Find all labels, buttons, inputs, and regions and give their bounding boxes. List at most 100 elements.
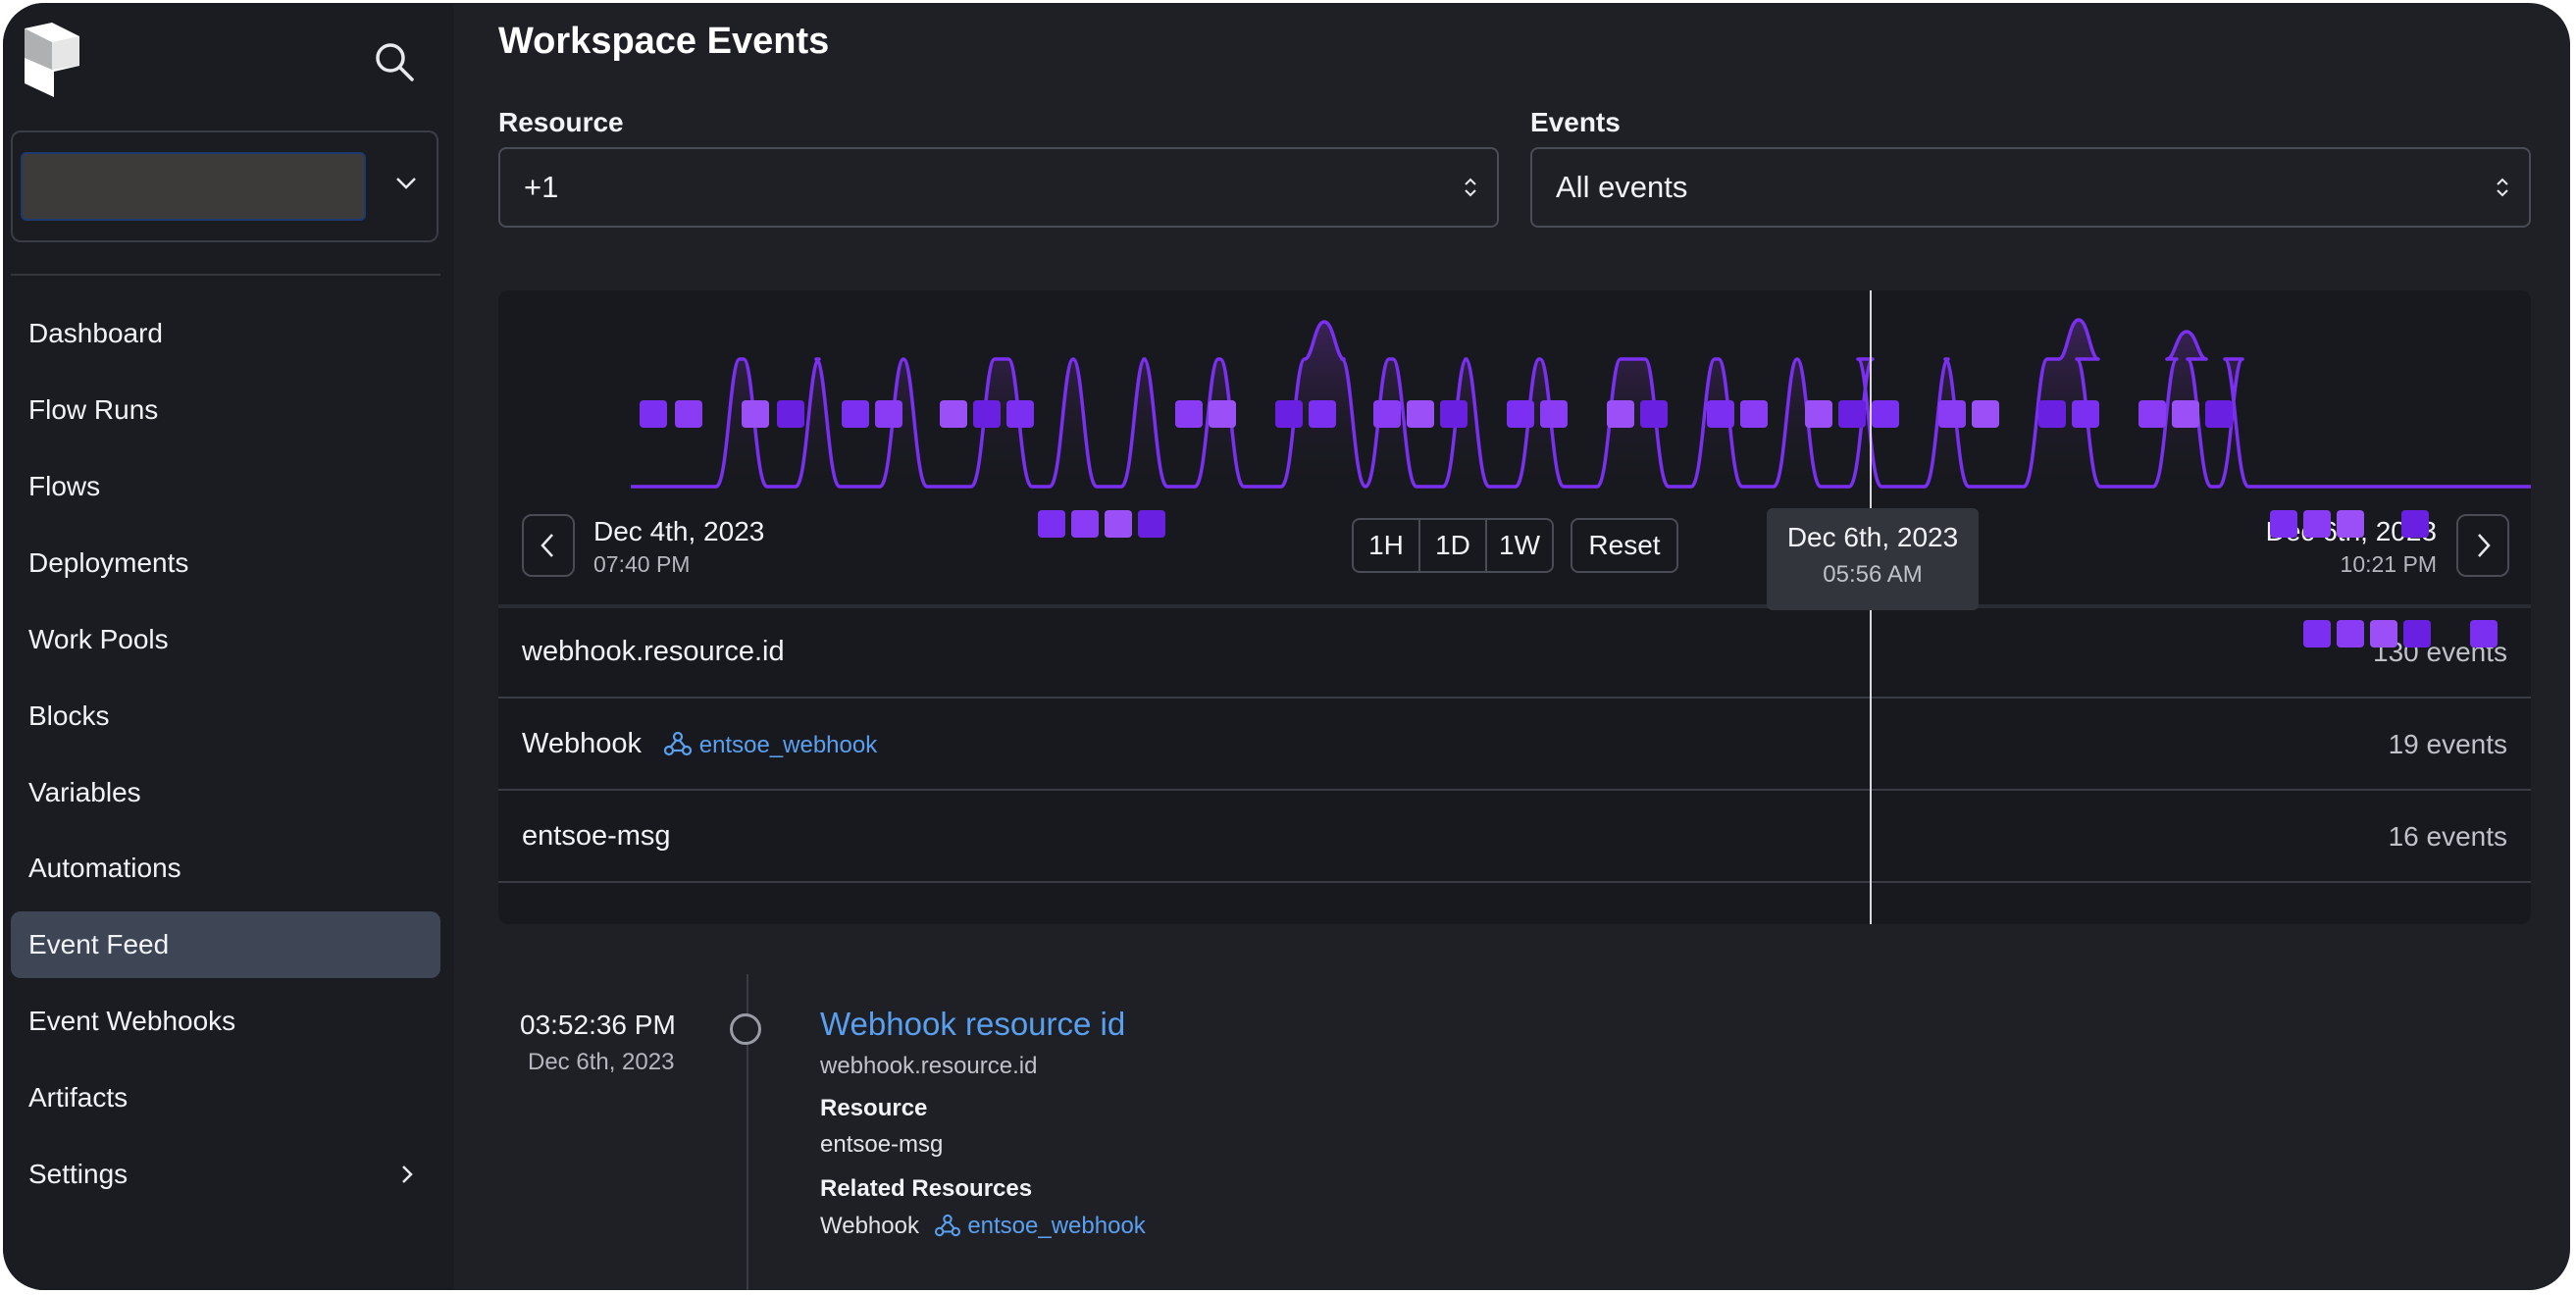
event-marker[interactable] (1175, 400, 1203, 428)
event-marker[interactable] (640, 400, 667, 428)
related-resource-type: Webhook (820, 1213, 919, 1239)
row-label-webhook-resource-id: webhook.resource.id (522, 636, 785, 667)
sidebar-item-blocks[interactable]: Blocks (11, 683, 440, 750)
related-resource-link[interactable]: entsoe_webhook (934, 1213, 1146, 1239)
event-marker[interactable] (1105, 510, 1132, 538)
workspace-name-redacted (21, 152, 366, 221)
zoom-1d-button[interactable]: 1D (1420, 520, 1487, 571)
prefect-logo-icon[interactable] (25, 23, 79, 97)
events-filter-value: All events (1556, 170, 1688, 204)
event-marker[interactable] (1607, 400, 1634, 428)
event-marker[interactable] (2303, 620, 2331, 648)
page-title: Workspace Events (498, 21, 830, 62)
sidebar-item-variables[interactable]: Variables (11, 759, 440, 826)
event-marker[interactable] (1805, 400, 1832, 428)
timeline-start-date: Dec 4th, 2023 (593, 516, 765, 546)
resource-heading: Resource (820, 1095, 928, 1121)
event-marker[interactable] (1309, 400, 1336, 428)
event-marker[interactable] (742, 400, 769, 428)
feed-timeline-dot (730, 1013, 761, 1045)
event-marker[interactable] (1707, 400, 1734, 428)
event-marker[interactable] (1640, 400, 1668, 428)
sidebar-item-label: Artifacts (28, 1082, 129, 1113)
event-marker[interactable] (1407, 400, 1434, 428)
event-marker[interactable] (842, 400, 869, 428)
event-marker[interactable] (2401, 510, 2429, 538)
event-marker[interactable] (973, 400, 1001, 428)
row-baseline (498, 789, 2531, 791)
chevron-right-icon (402, 1166, 413, 1183)
event-marker[interactable] (940, 400, 967, 428)
zoom-1w-button[interactable]: 1W (1487, 520, 1552, 571)
event-marker[interactable] (2403, 620, 2431, 648)
event-marker[interactable] (1740, 400, 1768, 428)
sidebar-item-artifacts[interactable]: Artifacts (11, 1064, 440, 1131)
event-marker[interactable] (1540, 400, 1568, 428)
event-marker[interactable] (777, 400, 804, 428)
resource-filter-label: Resource (498, 107, 624, 137)
event-marker[interactable] (1275, 400, 1303, 428)
event-marker[interactable] (2337, 510, 2364, 538)
event-marker[interactable] (2172, 400, 2199, 428)
event-marker[interactable] (2038, 400, 2066, 428)
sidebar-item-label: Event Webhooks (28, 1006, 236, 1036)
updown-caret-icon (2497, 178, 2508, 197)
event-marker[interactable] (2270, 510, 2297, 538)
resource-filter-value: +1 (524, 170, 559, 204)
resource-filter-select[interactable]: +1 (498, 147, 1499, 228)
sidebar-divider (11, 274, 440, 276)
event-marker[interactable] (875, 400, 902, 428)
event-marker[interactable] (2337, 620, 2364, 648)
sidebar-item-label: Event Feed (28, 929, 170, 959)
zoom-1h-button[interactable]: 1H (1354, 520, 1420, 571)
sidebar-item-event-webhooks[interactable]: Event Webhooks (11, 988, 440, 1055)
event-feed-item: 03:52:36 PM Dec 6th, 2023 Webhook resour… (498, 974, 1675, 1290)
sidebar-item-work-pools[interactable]: Work Pools (11, 606, 440, 673)
event-title-link[interactable]: Webhook resource id (820, 1006, 1125, 1043)
sidebar-item-dashboard[interactable]: Dashboard (11, 300, 440, 367)
sidebar-item-label: Settings (28, 1159, 129, 1189)
event-time: 03:52:36 PM (520, 1010, 676, 1040)
search-icon[interactable] (373, 40, 416, 83)
timeline-prev-button[interactable] (522, 514, 575, 577)
sidebar-item-deployments[interactable]: Deployments (11, 530, 440, 596)
sidebar-item-automations[interactable]: Automations (11, 835, 440, 902)
event-marker[interactable] (675, 400, 702, 428)
sidebar-item-event-feed[interactable]: Event Feed (11, 911, 440, 978)
event-marker[interactable] (1872, 400, 1899, 428)
sidebar-item-label: Dashboard (28, 318, 163, 348)
reset-button[interactable]: Reset (1571, 518, 1678, 573)
event-marker[interactable] (1972, 400, 1999, 428)
row-count: 16 events (2388, 821, 2507, 852)
workspace-select[interactable] (11, 130, 438, 242)
sidebar-item-flow-runs[interactable]: Flow Runs (11, 377, 440, 443)
event-marker[interactable] (1006, 400, 1034, 428)
row-label-webhook: Webhook entsoe_webhook (522, 728, 877, 760)
event-marker[interactable] (1938, 400, 1966, 428)
event-marker[interactable] (1373, 400, 1401, 428)
tooltip-date: Dec 6th, 2023 (1786, 522, 1959, 552)
event-histogram[interactable] (498, 290, 2531, 496)
event-marker[interactable] (2205, 400, 2233, 428)
resource-link[interactable]: entsoe_webhook (663, 731, 877, 758)
event-marker[interactable] (2138, 400, 2166, 428)
event-marker[interactable] (1038, 510, 1065, 538)
timeline-next-button[interactable] (2456, 514, 2509, 577)
event-marker[interactable] (2072, 400, 2099, 428)
sidebar-item-flows[interactable]: Flows (11, 453, 440, 520)
event-marker[interactable] (1209, 400, 1236, 428)
event-timeline[interactable]: Dec 4th, 2023 07:40 PM 1H 1D 1W Reset De… (498, 290, 2531, 924)
timeline-end-time: 10:21 PM (2340, 551, 2437, 577)
event-marker[interactable] (2370, 620, 2397, 648)
sidebar-item-settings[interactable]: Settings (11, 1141, 440, 1208)
events-filter-select[interactable]: All events (1530, 147, 2531, 228)
event-marker[interactable] (1838, 400, 1866, 428)
row-baseline (498, 697, 2531, 699)
event-marker[interactable] (2303, 510, 2331, 538)
event-marker[interactable] (2470, 620, 2498, 648)
event-marker[interactable] (1440, 400, 1468, 428)
event-marker[interactable] (1138, 510, 1165, 538)
row-label-entsoe-msg: entsoe-msg (522, 820, 671, 852)
event-marker[interactable] (1507, 400, 1534, 428)
event-marker[interactable] (1071, 510, 1099, 538)
